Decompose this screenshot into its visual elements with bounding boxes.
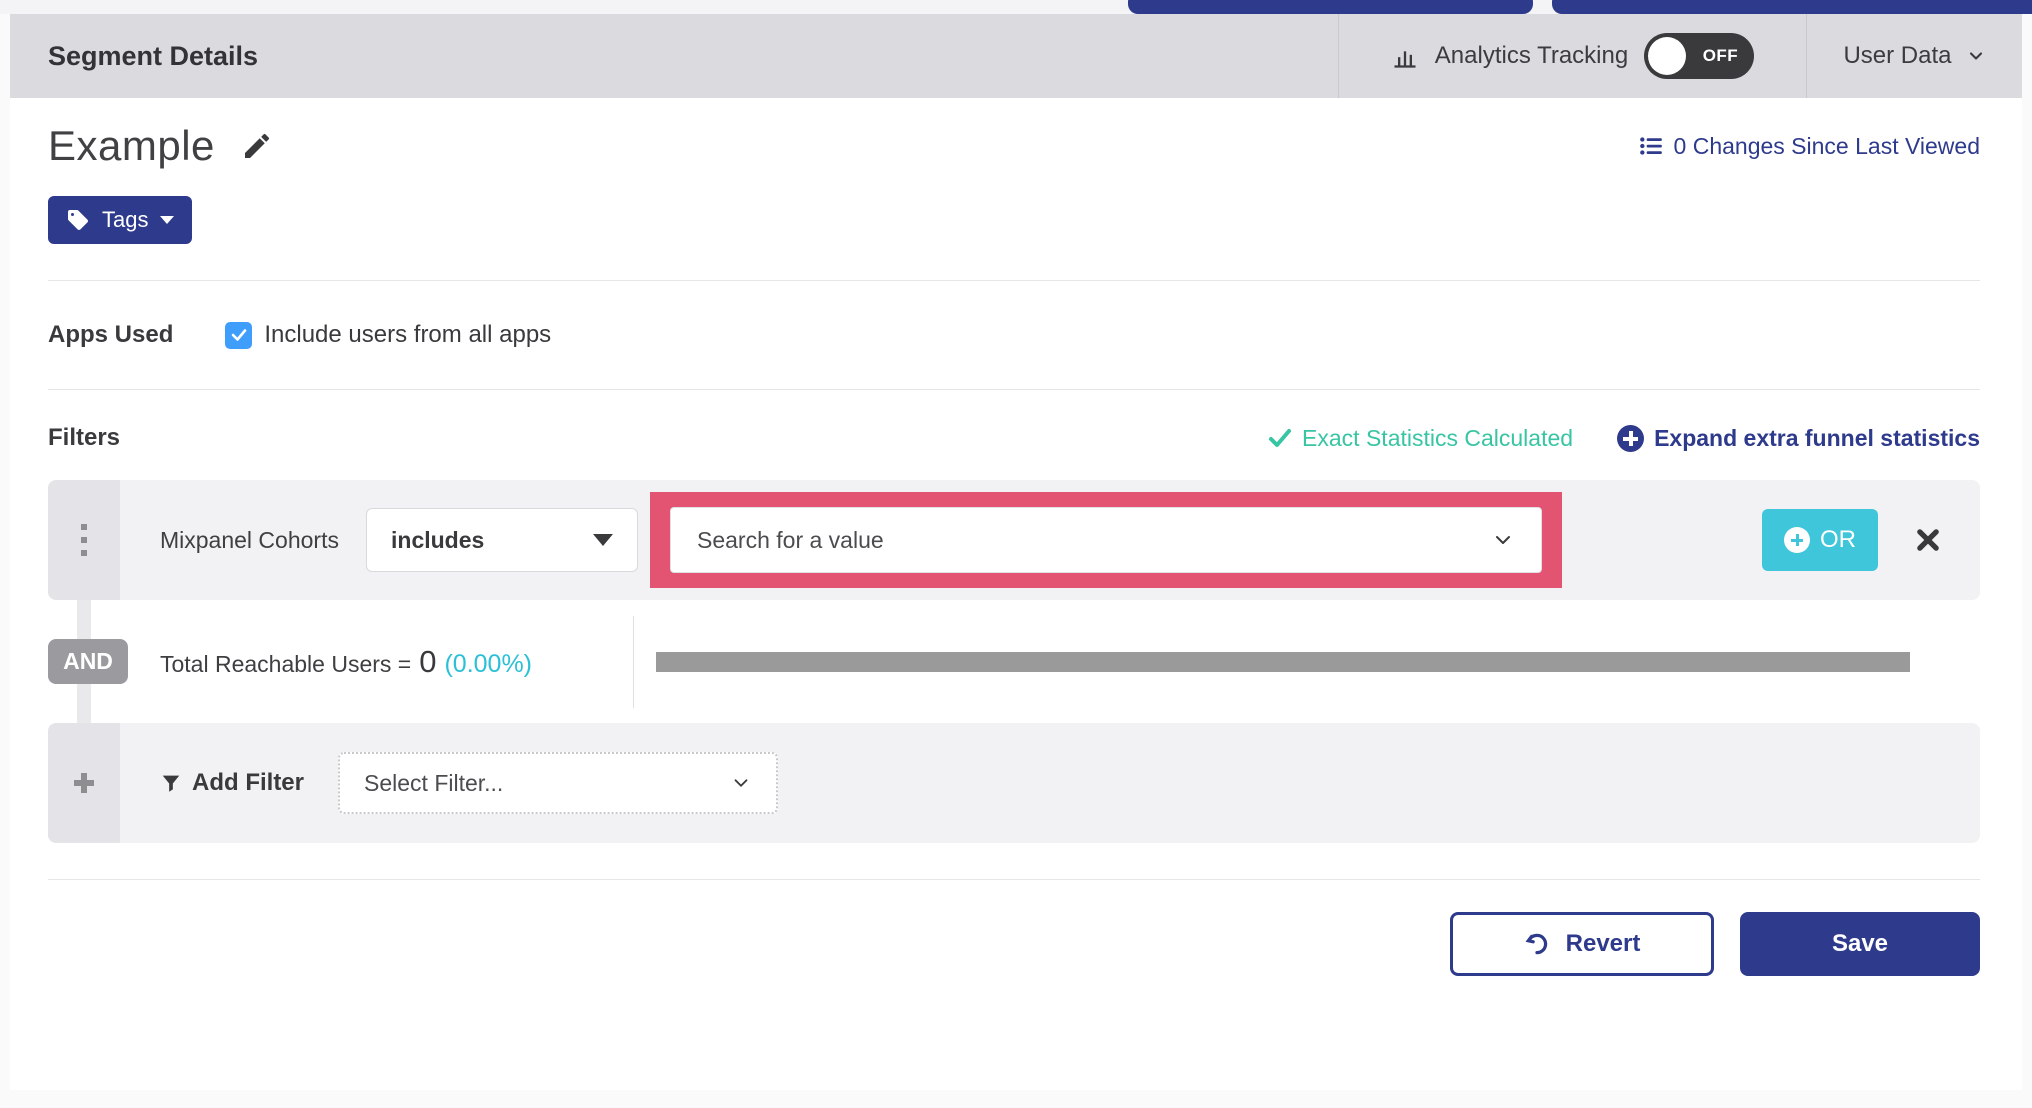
card-header: Segment Details Analytics Tracking OFF U… (10, 14, 2022, 98)
tags-button[interactable]: Tags (48, 196, 193, 244)
reachable-users-label: Total Reachable Users = (160, 650, 412, 677)
save-button[interactable]: Save (1740, 912, 1980, 976)
expand-funnel-statistics-link[interactable]: Expand extra funnel statistics (1617, 424, 1980, 452)
check-icon (1268, 426, 1292, 450)
analytics-tracking-toggle[interactable]: OFF (1644, 33, 1755, 79)
apps-used-label: Apps Used (48, 321, 174, 348)
plus-circle-icon (1784, 527, 1810, 553)
exact-statistics-label: Exact Statistics Calculated (1302, 424, 1574, 451)
title-row: Example 0 Changes Since Last Viewed (48, 122, 1980, 170)
reachable-users-row: AND Total Reachable Users = 0 (0.00%) (48, 600, 1980, 723)
reachable-users-value: 0 (419, 643, 437, 679)
close-icon[interactable] (1914, 526, 1942, 554)
user-data-menu[interactable]: User Data (1806, 14, 2022, 98)
filter-value-select[interactable]: Search for a value (670, 507, 1542, 573)
add-filter-button[interactable]: Add Filter (160, 769, 304, 797)
plus-circle-icon (1617, 424, 1645, 452)
save-button-label: Save (1831, 930, 1889, 957)
user-data-label: User Data (1843, 42, 1952, 69)
add-filter-row: Add Filter Select Filter... (48, 723, 1980, 843)
bar-chart-icon (1391, 42, 1419, 70)
analytics-tracking-label: Analytics Tracking (1434, 42, 1629, 69)
section-divider (48, 389, 1980, 390)
checkbox-check-icon (231, 329, 247, 341)
toggle-knob (1648, 37, 1687, 75)
add-filter-strip[interactable] (48, 723, 120, 843)
filters-header: Filters Exact Statistics Calculated Expa… (48, 424, 1980, 452)
pencil-icon[interactable] (241, 130, 273, 162)
partial-button[interactable] (1552, 0, 2032, 14)
select-filter-placeholder: Select Filter... (364, 769, 504, 796)
chevron-down-icon (730, 772, 752, 794)
add-filter-body: Add Filter Select Filter... (120, 723, 1980, 843)
add-filter-label: Add Filter (192, 769, 304, 796)
segment-details-page: Segment Details Analytics Tracking OFF U… (0, 0, 2032, 1108)
filter-row-body: Mixpanel Cohorts includes Search for a v… (120, 480, 1980, 600)
toggle-state-label: OFF (1702, 46, 1739, 65)
reachable-users-text: Total Reachable Users = 0 (0.00%) (160, 644, 633, 680)
filter-field-label: Mixpanel Cohorts (160, 526, 339, 553)
segment-details-card: Segment Details Analytics Tracking OFF U… (10, 14, 2022, 1090)
filter-row: Mixpanel Cohorts includes Search for a v… (48, 480, 1980, 600)
page-title: Segment Details (48, 40, 259, 71)
tag-icon (66, 208, 90, 232)
top-strip (0, 0, 2032, 14)
funnel-icon (160, 772, 182, 794)
chevron-down-icon (1491, 528, 1515, 552)
include-all-apps-label: Include users from all apps (264, 321, 552, 348)
select-filter-dropdown[interactable]: Select Filter... (338, 752, 778, 814)
add-or-condition-button[interactable]: OR (1762, 509, 1878, 571)
filters-heading: Filters (48, 424, 121, 451)
analytics-tracking-section: Analytics Tracking OFF (1338, 14, 1806, 98)
caret-down-icon (593, 534, 613, 546)
and-conjunction-badge: AND (48, 639, 128, 684)
main-content: Example 0 Changes Since Last Viewed Tags… (10, 122, 2022, 1006)
undo-icon (1524, 931, 1550, 957)
plus-icon (74, 773, 94, 793)
partial-button[interactable] (1128, 0, 1533, 14)
filter-operator-select[interactable]: includes (366, 508, 638, 572)
segment-name: Example (48, 122, 215, 169)
chevron-down-icon (1966, 46, 1986, 66)
reachable-progress (634, 651, 1910, 672)
changes-since-last-viewed-link[interactable]: 0 Changes Since Last Viewed (1638, 133, 1980, 160)
filter-operator-value: includes (391, 526, 485, 553)
revert-button[interactable]: Revert (1450, 912, 1714, 976)
include-all-apps-checkbox[interactable] (225, 321, 253, 349)
expand-funnel-statistics-label: Expand extra funnel statistics (1654, 424, 1980, 451)
or-button-label: OR (1820, 526, 1856, 553)
caret-down-icon (160, 216, 175, 224)
exact-statistics-status: Exact Statistics Calculated (1268, 425, 1573, 452)
tags-button-label: Tags (102, 207, 149, 232)
revert-button-label: Revert (1565, 930, 1641, 957)
footer-actions: Revert Save (48, 880, 1980, 1006)
highlight-frame: Search for a value (650, 492, 1562, 588)
apps-used-row: Apps Used Include users from all apps (48, 281, 1980, 389)
reachable-users-percent: (0.00%) (444, 649, 533, 678)
drag-handle-icon (81, 524, 87, 556)
changes-list-icon (1638, 133, 1664, 159)
drag-handle[interactable] (48, 480, 120, 600)
changes-link-label: 0 Changes Since Last Viewed (1673, 132, 1980, 159)
filter-value-placeholder: Search for a value (697, 526, 884, 553)
include-all-apps-option: Include users from all apps (225, 321, 551, 349)
progress-track (656, 651, 1910, 672)
